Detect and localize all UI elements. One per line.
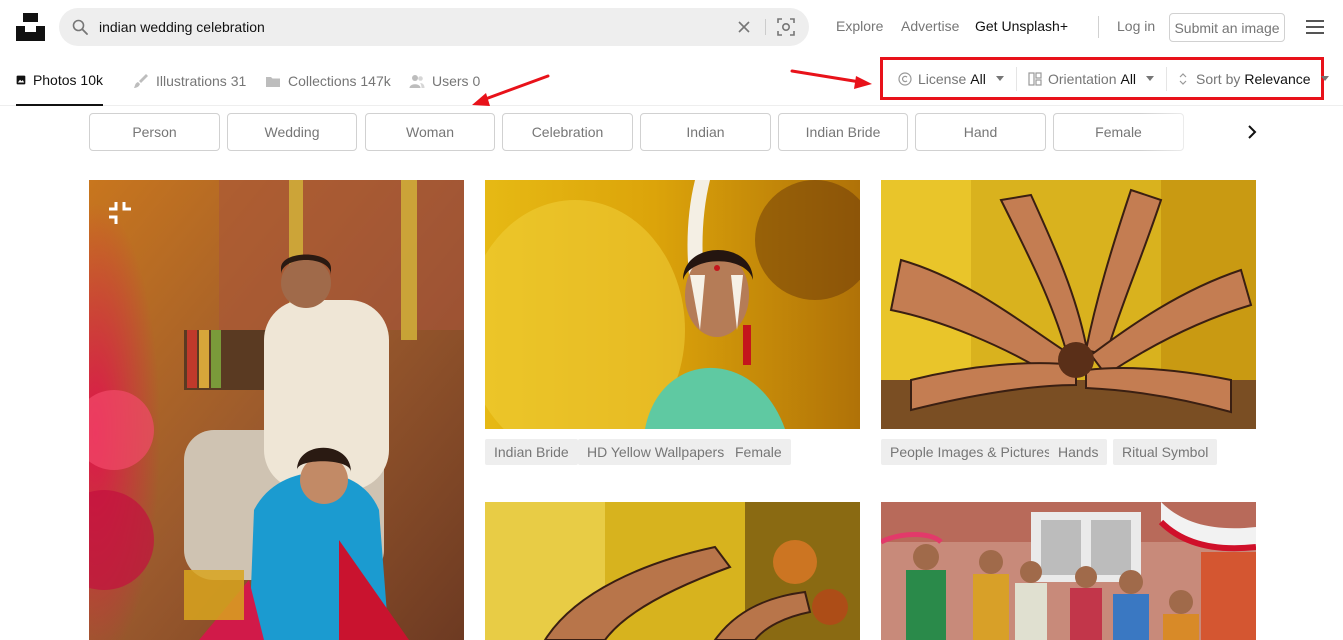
search-input[interactable]	[99, 8, 719, 46]
photo-mehndi-hands-image	[881, 180, 1256, 429]
sort-filter-value: Relevance	[1244, 70, 1311, 87]
chevron-down-icon	[1320, 76, 1329, 81]
chips-fade-overlay	[1140, 110, 1230, 154]
tab-collections-label: Collections 147k	[288, 72, 391, 89]
tag-female[interactable]: Female	[726, 439, 791, 465]
orientation-icon	[1028, 71, 1042, 86]
sort-icon	[1179, 72, 1187, 85]
tag-hd-yellow-wallpapers[interactable]: HD Yellow Wallpapers	[578, 439, 734, 465]
photo-family-gathering[interactable]	[881, 502, 1256, 640]
visual-search-icon[interactable]	[776, 17, 796, 37]
search-divider	[765, 19, 766, 35]
login-link[interactable]: Log in	[1117, 18, 1155, 34]
photo-mehndi-closeup[interactable]	[485, 502, 860, 640]
sort-filter[interactable]: Sort by Relevance	[1176, 60, 1329, 97]
tag-indian-bride[interactable]: Indian Bride	[485, 439, 578, 465]
tag-ritual-symbol[interactable]: Ritual Symbol	[1113, 439, 1218, 465]
tab-illustrations-label: Illustrations 31	[156, 72, 247, 89]
users-icon	[409, 74, 425, 88]
tab-collections[interactable]: Collections 147k	[265, 56, 391, 105]
copyright-icon	[898, 71, 912, 86]
photo-family-gathering-image	[881, 502, 1256, 640]
tab-users[interactable]: Users 0	[409, 56, 480, 105]
chip-celebration[interactable]: Celebration	[502, 113, 633, 151]
license-filter[interactable]: License All	[898, 60, 1004, 97]
photo-couple-portrait[interactable]	[89, 180, 464, 640]
filters-highlight-box: License All Orientation All Sort by Rele…	[880, 57, 1329, 100]
chip-hand[interactable]: Hand	[915, 113, 1046, 151]
chip-woman[interactable]: Woman	[365, 113, 495, 151]
submit-image-button[interactable]: Submit an image	[1169, 13, 1285, 42]
nav-get-unsplash-plus[interactable]: Get Unsplash+	[975, 18, 1068, 34]
chip-indian[interactable]: Indian	[640, 113, 771, 151]
filter-divider	[1016, 67, 1017, 91]
collection-icon	[266, 76, 280, 87]
close-icon[interactable]	[737, 20, 751, 34]
brush-icon	[134, 73, 148, 88]
nav-explore[interactable]: Explore	[836, 18, 883, 34]
photo-mehndi-hands[interactable]	[881, 180, 1256, 429]
tab-photos-label: Photos 10k	[32, 72, 103, 88]
photo-icon	[16, 75, 26, 85]
photo-indian-bride-yellow[interactable]	[485, 180, 860, 429]
search-icon[interactable]	[72, 19, 88, 35]
chevron-down-icon	[995, 76, 1004, 81]
tag-hands[interactable]: Hands	[1049, 439, 1108, 465]
related-searches: Person Wedding Woman Celebration Indian …	[89, 113, 1189, 151]
chip-person[interactable]: Person	[89, 113, 220, 151]
chevron-down-icon	[1146, 76, 1155, 81]
license-filter-label: License	[918, 70, 967, 87]
chevron-right-icon[interactable]	[1240, 120, 1264, 144]
tab-photos[interactable]: Photos 10k	[16, 56, 103, 106]
header-divider	[1098, 16, 1099, 38]
nav-advertise[interactable]: Advertise	[901, 18, 959, 34]
orientation-filter-label: Orientation	[1048, 70, 1117, 87]
filter-divider	[1166, 67, 1167, 91]
license-filter-value: All	[970, 70, 986, 87]
unsplash-logo-icon[interactable]	[16, 13, 45, 41]
tab-users-label: Users 0	[432, 72, 481, 89]
top-header: Explore Advertise Get Unsplash+ Log in S…	[0, 0, 1343, 56]
sort-filter-label: Sort by	[1196, 70, 1241, 87]
search-bar	[59, 8, 809, 46]
tag-people-images-pictures[interactable]: People Images & Pictures	[881, 439, 1061, 465]
orientation-filter-value: All	[1120, 70, 1137, 87]
search-tabs-bar: Photos 10k Illustrations 31 Collections …	[0, 56, 1343, 106]
photo-indian-bride-yellow-image	[485, 180, 860, 429]
photo-mehndi-closeup-image	[485, 502, 860, 640]
orientation-filter[interactable]: Orientation All	[1028, 60, 1155, 97]
chip-indian-bride[interactable]: Indian Bride	[778, 113, 908, 151]
photo-couple-portrait-image	[89, 180, 464, 640]
hamburger-menu-icon[interactable]	[1306, 19, 1324, 35]
chip-wedding[interactable]: Wedding	[227, 113, 357, 151]
tab-illustrations[interactable]: Illustrations 31	[133, 56, 246, 105]
